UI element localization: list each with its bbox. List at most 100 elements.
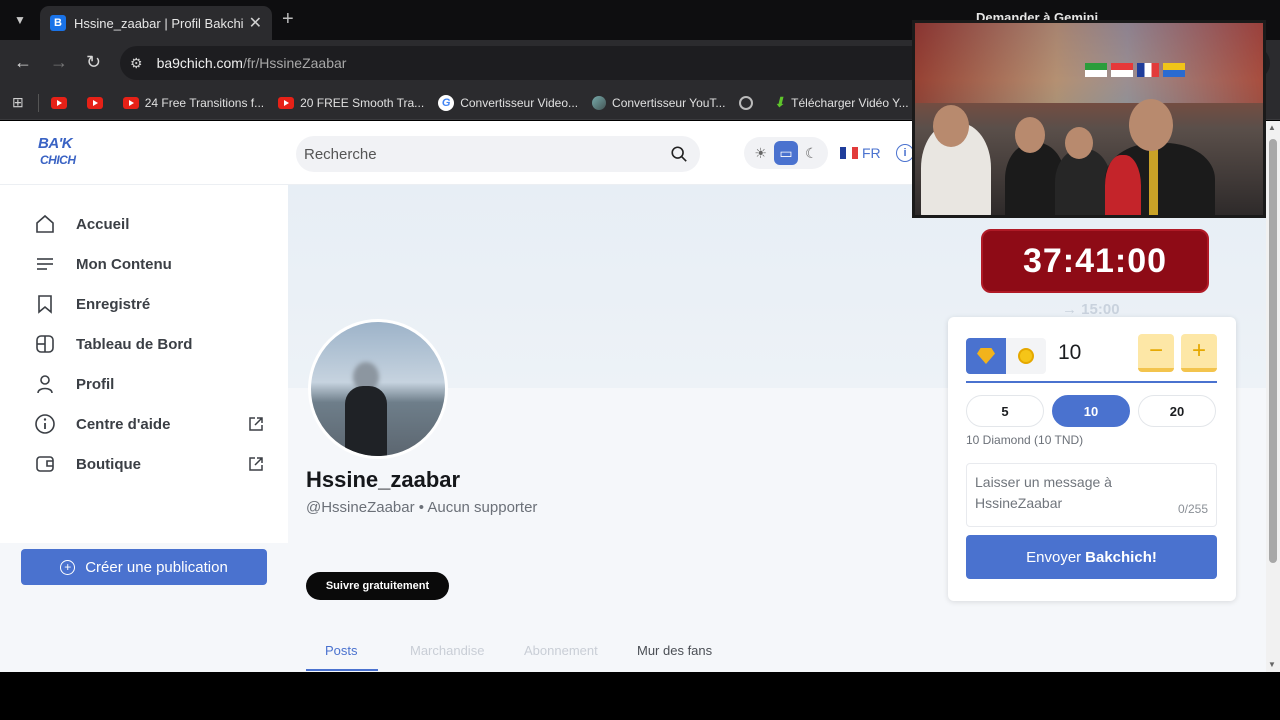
person-face xyxy=(1065,127,1093,159)
bookmark-item[interactable]: 24 Free Transitions f... xyxy=(122,96,264,110)
sidebar-item-label: Mon Contenu xyxy=(76,255,172,273)
create-post-label: Créer une publication xyxy=(85,558,228,576)
preset-20-button[interactable]: 20 xyxy=(1138,395,1216,427)
stream-timer-sub: → 15:00 xyxy=(1062,301,1120,318)
external-link-icon xyxy=(249,457,263,471)
youtube-icon xyxy=(278,96,295,109)
google-icon: G xyxy=(438,94,455,111)
sidebar-item-label: Profil xyxy=(76,375,115,393)
decrement-button[interactable]: − xyxy=(1138,334,1174,372)
user-icon xyxy=(34,373,56,395)
scroll-thumb[interactable] xyxy=(1269,139,1277,563)
search-input[interactable]: Recherche xyxy=(304,146,670,163)
avatar[interactable] xyxy=(308,319,448,459)
follow-button[interactable]: Suivre gratuitement xyxy=(306,572,449,600)
forward-arrow-icon[interactable]: → xyxy=(50,52,68,73)
bookmark-label: Télécharger Vidéo Y... xyxy=(791,95,909,110)
increment-button[interactable]: + xyxy=(1181,334,1217,372)
create-post-button[interactable]: + Créer une publication xyxy=(21,549,267,585)
apps-grid-icon[interactable]: ⊞ xyxy=(12,94,24,111)
sidebar: Accueil Mon Contenu Enregistré Tableau d… xyxy=(0,185,288,585)
send-label-bold: Bakchich! xyxy=(1085,548,1157,566)
sidebar-item-profil[interactable]: Profil xyxy=(34,369,264,399)
tab-search-chevron-icon[interactable]: ▼ xyxy=(8,8,32,32)
logo-text-bottom: CHICH xyxy=(40,153,76,167)
plus-circle-icon: + xyxy=(60,559,76,575)
tab-posts[interactable]: Posts xyxy=(325,643,358,658)
sun-icon[interactable]: ☀ xyxy=(749,141,773,165)
tab-title: Hssine_zaabar | Profil Bakchich xyxy=(74,15,243,31)
tab-close-icon[interactable]: ✕ xyxy=(249,13,262,33)
sidebar-item-centre-aide[interactable]: Centre d'aide xyxy=(34,409,264,439)
sidebar-item-label: Boutique xyxy=(76,455,141,473)
bookmark-item[interactable] xyxy=(50,96,73,109)
tip-amount-input[interactable]: 10 xyxy=(1058,341,1081,365)
bookmark-item[interactable] xyxy=(739,95,759,110)
webcam-overlay xyxy=(912,20,1266,218)
sidebar-item-mon-contenu[interactable]: Mon Contenu xyxy=(34,249,264,279)
sidebar-item-label: Accueil xyxy=(76,215,130,233)
profile-handle: @HssineZaabar • Aucun supporter xyxy=(306,499,538,516)
preset-10-button[interactable]: 10 xyxy=(1052,395,1130,427)
france-flag-icon xyxy=(840,147,858,159)
bookmark-label: 20 FREE Smooth Tra... xyxy=(300,95,425,110)
tip-conversion-info: 10 Diamond (10 TND) xyxy=(966,433,1084,447)
home-icon xyxy=(34,213,56,235)
preset-5-button[interactable]: 5 xyxy=(966,395,1044,427)
profile-tabs: Posts Marchandise Abonnement Mur des fan… xyxy=(306,641,946,671)
monitor-icon[interactable]: ▭ xyxy=(773,141,798,165)
bookmark-item[interactable] xyxy=(86,96,109,109)
sidebar-item-accueil[interactable]: Accueil xyxy=(34,209,264,239)
url-host: ba9chich.com xyxy=(156,55,243,71)
tab-marchandise[interactable]: Marchandise xyxy=(410,643,484,658)
bookmark-item[interactable]: G Convertisseur Video... xyxy=(438,94,578,111)
currency-toggle xyxy=(966,338,1046,374)
flag-decoration xyxy=(1137,63,1159,77)
site-favicon: B xyxy=(50,15,66,31)
search-icon[interactable] xyxy=(670,145,688,163)
tab-mur-des-fans[interactable]: Mur des fans xyxy=(637,643,712,658)
browser-tab-active[interactable]: B Hssine_zaabar | Profil Bakchich ✕ xyxy=(40,6,272,40)
external-link-icon xyxy=(249,417,263,431)
amount-underline xyxy=(966,381,1217,383)
send-label: Envoyer xyxy=(1026,548,1082,566)
tab-abonnement[interactable]: Abonnement xyxy=(524,643,598,658)
search-bar[interactable]: Recherche xyxy=(296,136,700,172)
profile-name: Hssine_zaabar xyxy=(306,467,461,492)
bookmark-item[interactable]: ⬇ Télécharger Vidéo Y... xyxy=(773,94,908,111)
new-tab-plus-icon[interactable]: + xyxy=(282,8,294,31)
bookmark-label: Convertisseur YouT... xyxy=(612,95,726,110)
send-tip-button[interactable]: Envoyer Bakchich! xyxy=(966,535,1217,579)
sidebar-item-tableau-de-bord[interactable]: Tableau de Bord xyxy=(34,329,264,359)
flag-decoration xyxy=(1163,63,1185,77)
scroll-up-icon[interactable]: ▲ xyxy=(1268,123,1276,132)
site-logo[interactable]: BA'K CHICH xyxy=(36,133,82,173)
diamond-currency-button[interactable] xyxy=(966,338,1006,374)
tip-card: 10 − + 5 10 20 10 Diamond (10 TND) Laiss… xyxy=(948,317,1236,601)
bookmark-item[interactable]: Convertisseur YouT... xyxy=(592,95,726,110)
reload-icon[interactable]: ↻ xyxy=(86,52,101,73)
page-scrollbar[interactable]: ▲ ▼ xyxy=(1266,121,1280,672)
dashboard-icon xyxy=(34,333,56,355)
wallet-icon xyxy=(34,453,56,475)
site-info-icon[interactable]: ⚙ xyxy=(130,55,143,72)
globe-icon xyxy=(739,95,754,110)
coin-currency-button[interactable] xyxy=(1006,338,1046,374)
sidebar-item-boutique[interactable]: Boutique xyxy=(34,449,264,479)
avatar-body xyxy=(345,386,387,456)
scroll-down-icon[interactable]: ▼ xyxy=(1268,660,1276,669)
theme-switcher: ☀ ▭ ☾ xyxy=(744,137,828,169)
url-path: /fr/HssineZaabar xyxy=(242,55,347,71)
message-placeholder: Laisser un message à HssineZaabar xyxy=(975,474,1112,511)
person-face xyxy=(1015,117,1045,153)
moon-icon[interactable]: ☾ xyxy=(799,141,823,165)
person-face xyxy=(1129,99,1173,151)
language-selector[interactable]: FR xyxy=(840,145,881,161)
sidebar-item-enregistre[interactable]: Enregistré xyxy=(34,289,264,319)
logo-text-top: BA'K xyxy=(38,135,73,152)
message-textarea[interactable]: Laisser un message à HssineZaabar 0/255 xyxy=(966,463,1217,527)
bookmark-item[interactable]: 20 FREE Smooth Tra... xyxy=(278,96,424,110)
back-arrow-icon[interactable]: ← xyxy=(14,52,32,73)
menu-lines-icon xyxy=(34,253,56,275)
info-circle-icon xyxy=(34,413,56,435)
